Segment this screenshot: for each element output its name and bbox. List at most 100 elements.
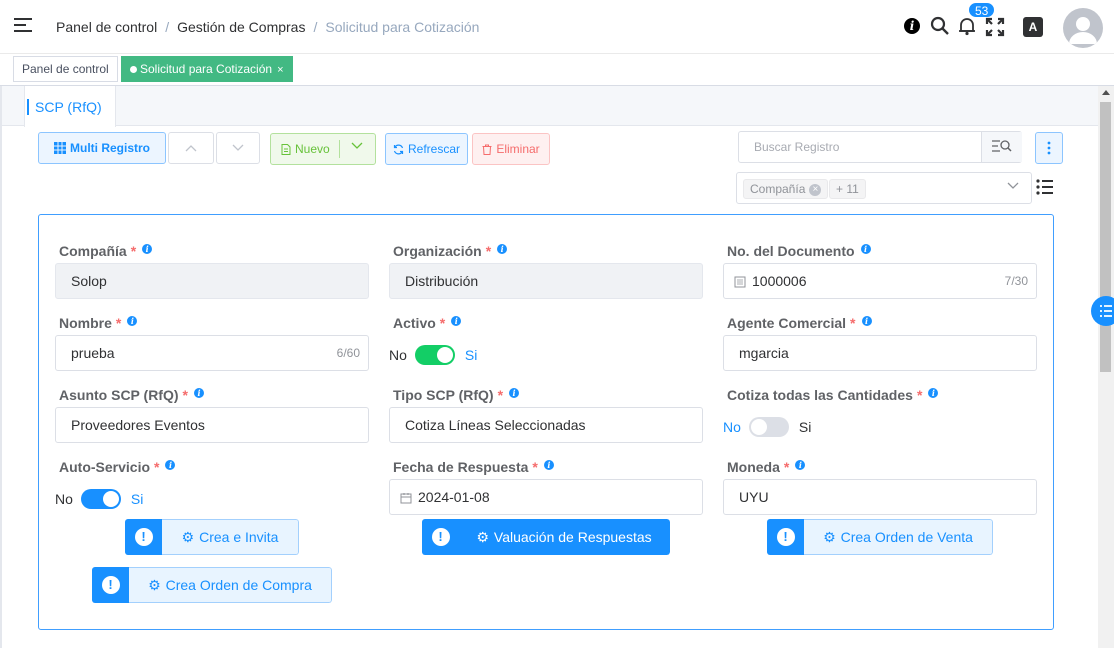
info-icon: i xyxy=(193,388,204,398)
multi-record-button[interactable]: Multi Registro xyxy=(38,132,166,164)
info-icon[interactable]: i xyxy=(904,18,920,34)
tab-bar: SCP (RfQ) xyxy=(2,86,1100,127)
breadcrumb-item-purchasing[interactable]: Gestión de Compras xyxy=(177,19,305,35)
alert-icon: ! xyxy=(125,519,162,555)
kebab-icon xyxy=(1047,141,1051,155)
calendar-icon xyxy=(400,493,412,504)
info-icon: i xyxy=(142,244,153,254)
list-icon xyxy=(1100,305,1112,317)
more-options-button[interactable] xyxy=(1035,132,1063,164)
grid-icon xyxy=(54,142,66,154)
chevron-down-icon xyxy=(232,144,244,151)
name-field[interactable]: prueba 6/60 xyxy=(55,335,369,371)
info-icon: i xyxy=(795,460,806,470)
previous-record-button[interactable] xyxy=(168,132,214,164)
create-invite-button[interactable]: ! ⚙ Crea e Invita xyxy=(125,519,299,555)
info-icon: i xyxy=(127,316,138,326)
rfq-type-label: Tipo SCP (RfQ) * i xyxy=(393,387,520,403)
gear-icon: ⚙ xyxy=(476,528,489,545)
breadcrumb-item-dashboard[interactable]: Panel de control xyxy=(56,19,157,35)
alert-icon: ! xyxy=(422,519,459,555)
hamburger-menu-icon[interactable] xyxy=(14,18,32,34)
tag-dashboard[interactable]: Panel de control xyxy=(13,56,118,82)
close-icon[interactable]: × xyxy=(809,183,822,196)
gear-icon: ⚙ xyxy=(148,576,161,593)
next-record-button[interactable] xyxy=(216,132,260,164)
tag-rfq[interactable]: Solicitud para Cotización × xyxy=(121,56,293,82)
sales-rep-label: Agente Comercial * i xyxy=(727,315,872,331)
organization-label: Organización * i xyxy=(393,243,508,259)
info-icon: i xyxy=(543,460,554,470)
info-icon: i xyxy=(860,244,871,254)
refresh-icon xyxy=(393,144,404,154)
active-switch[interactable] xyxy=(414,345,455,365)
chevron-down-icon xyxy=(1007,182,1019,189)
rfq-type-select[interactable]: Cotiza Líneas Seleccionadas xyxy=(389,407,703,443)
scroll-up-icon[interactable] xyxy=(1102,90,1110,95)
active-switch-row: No Si xyxy=(389,345,478,365)
scrollbar-thumb[interactable] xyxy=(1100,102,1111,372)
quote-all-qty-switch[interactable] xyxy=(748,417,789,437)
document-no-field[interactable]: 1000006 7/30 xyxy=(723,263,1037,299)
chevron-up-icon xyxy=(185,145,197,152)
avatar[interactable] xyxy=(1063,8,1103,48)
tab-rfq[interactable]: SCP (RfQ) xyxy=(24,86,116,127)
language-icon[interactable]: A xyxy=(1023,17,1043,37)
info-icon: i xyxy=(928,388,939,398)
list-icon[interactable] xyxy=(1036,179,1054,200)
create-purchase-order-button[interactable]: ! ⚙ Crea Orden de Compra xyxy=(92,567,332,603)
top-navbar: Panel de control / Gestión de Compras / … xyxy=(0,0,1114,54)
rank-responses-button[interactable]: ! ⚙ Valuación de Respuestas xyxy=(422,519,670,555)
main-content: SCP (RfQ) Multi Registro Nuevo Refrescar… xyxy=(0,86,1100,648)
gear-icon: ⚙ xyxy=(823,528,836,545)
sales-rep-field[interactable]: mgarcia xyxy=(723,335,1037,371)
search-input[interactable] xyxy=(739,132,981,162)
active-label: Activo * i xyxy=(393,315,462,331)
self-service-label: Auto-Servicio * i xyxy=(59,459,176,475)
tags-view: Panel de control Solicitud para Cotizaci… xyxy=(0,54,1114,86)
currency-label: Moneda * i xyxy=(727,459,806,475)
info-icon: i xyxy=(165,460,176,470)
vertical-scrollbar[interactable] xyxy=(1098,86,1114,648)
tab-label: SCP (RfQ) xyxy=(27,99,102,115)
close-icon[interactable]: × xyxy=(277,64,283,76)
info-icon: i xyxy=(497,244,508,254)
char-count: 7/30 xyxy=(1004,274,1028,288)
self-service-row: No Si xyxy=(55,489,144,509)
field-filter-select[interactable]: Compañía × + 11 xyxy=(736,172,1032,204)
filter-chip-more: + 11 xyxy=(829,179,866,199)
date-response-picker[interactable]: 2024-01-08 xyxy=(389,479,703,515)
document-icon xyxy=(734,276,746,288)
create-sales-order-button[interactable]: ! ⚙ Crea Orden de Venta xyxy=(767,519,993,555)
search-icon[interactable] xyxy=(930,16,950,41)
char-count: 6/60 xyxy=(336,346,360,360)
filter-chip: Compañía × xyxy=(743,179,829,199)
breadcrumb: Panel de control / Gestión de Compras / … xyxy=(56,19,479,35)
alert-icon: ! xyxy=(767,519,804,555)
gear-icon: ⚙ xyxy=(181,528,195,545)
company-label: Compañía * i xyxy=(59,243,153,259)
company-field: Solop xyxy=(55,263,369,299)
side-panel-toggle-button[interactable] xyxy=(1091,296,1114,326)
document-no-label: No. del Documento i xyxy=(727,243,871,259)
info-icon: i xyxy=(861,316,872,326)
search-box xyxy=(738,131,1022,163)
rfq-topic-label: Asunto SCP (RfQ) * i xyxy=(59,387,204,403)
document-icon xyxy=(281,143,291,155)
currency-select[interactable]: UYU xyxy=(723,479,1037,515)
info-icon: i xyxy=(509,388,520,398)
chevron-down-icon[interactable] xyxy=(351,142,363,150)
delete-button[interactable]: Eliminar xyxy=(472,133,550,165)
fullscreen-icon[interactable] xyxy=(985,17,1005,42)
refresh-button[interactable]: Refrescar xyxy=(385,133,468,165)
trash-icon xyxy=(482,144,492,155)
rfq-topic-field[interactable]: Proveedores Eventos xyxy=(55,407,369,443)
bell-icon[interactable] xyxy=(957,16,977,41)
new-button[interactable]: Nuevo xyxy=(270,133,376,165)
breadcrumb-item-rfq: Solicitud para Cotización xyxy=(325,19,480,35)
advanced-search-button[interactable] xyxy=(981,132,1022,162)
info-icon: i xyxy=(451,316,462,326)
quote-all-qty-label: Cotiza todas las Cantidades * i xyxy=(727,387,939,403)
quote-all-qty-row: No Si xyxy=(723,417,812,437)
self-service-switch[interactable] xyxy=(80,489,121,509)
